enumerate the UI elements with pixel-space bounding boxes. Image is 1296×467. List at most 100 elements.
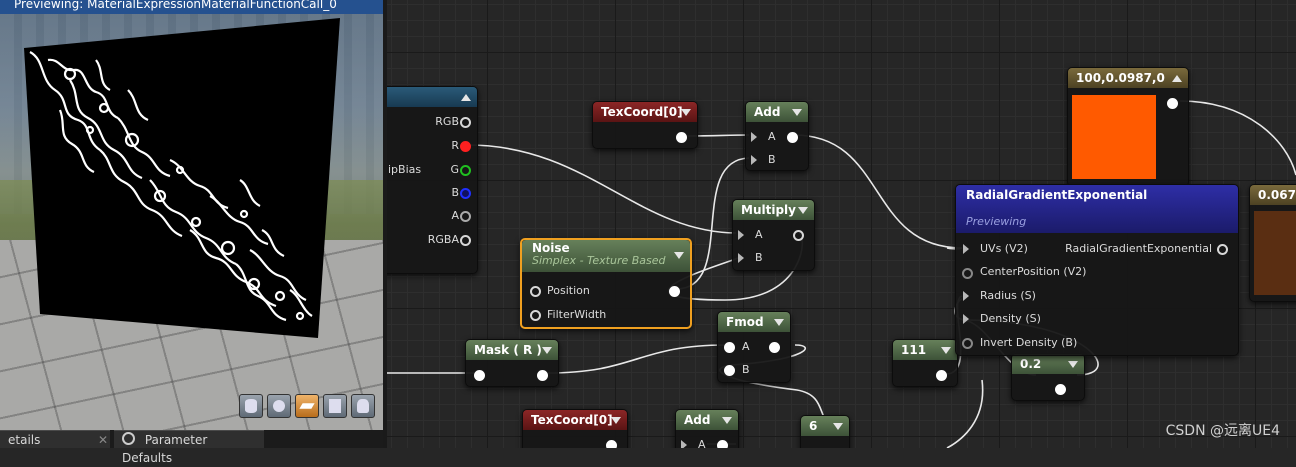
output-pin-r[interactable] bbox=[460, 141, 471, 152]
constant-node-6-value: 6 bbox=[809, 419, 818, 433]
output-pin-g[interactable] bbox=[460, 165, 471, 176]
pin-label-mipbias: ipBias bbox=[388, 163, 422, 176]
fmod-node-header: Fmod bbox=[718, 312, 790, 332]
constant-vector-right-value: 0.0677 bbox=[1258, 188, 1296, 202]
noise-input-position-pin[interactable] bbox=[530, 286, 541, 297]
uvs-input-pin[interactable] bbox=[963, 244, 969, 254]
sphere-preview-button[interactable] bbox=[267, 394, 291, 418]
multiply-input-a-pin[interactable] bbox=[738, 230, 744, 240]
add-node-2-header: Add bbox=[676, 410, 738, 430]
collapse-arrow-icon[interactable] bbox=[611, 417, 621, 424]
constant-vector-right-header: 0.0677 bbox=[1250, 185, 1296, 205]
centerposition-input-pin[interactable] bbox=[962, 268, 973, 279]
add-input-a-pin[interactable] bbox=[751, 132, 757, 142]
add2-input-a-label: A bbox=[698, 438, 706, 448]
constant-111-output-pin[interactable] bbox=[936, 370, 947, 381]
mask-node[interactable]: Mask ( R ) bbox=[465, 339, 559, 387]
invertdensity-input-label: Invert Density (B) bbox=[980, 336, 1078, 349]
material-graph-canvas[interactable]: RGB R ipBias G B A RGBA TexCoord[0] Add … bbox=[387, 0, 1296, 448]
radial-gradient-exponential-node[interactable]: RadialGradientExponential Previewing UVs… bbox=[955, 184, 1239, 356]
noise-node-subtitle: Simplex - Texture Based bbox=[532, 254, 666, 267]
texcoord-node-1[interactable]: TexCoord[0] bbox=[592, 101, 698, 149]
texcoord-node-2[interactable]: TexCoord[0] bbox=[522, 409, 628, 448]
cylinder-preview-button[interactable] bbox=[239, 394, 263, 418]
invertdensity-input-pin[interactable] bbox=[962, 338, 973, 349]
close-icon[interactable]: ✕ bbox=[98, 431, 108, 449]
collapse-arrow-icon[interactable] bbox=[774, 319, 784, 326]
mask-input-pin[interactable] bbox=[474, 370, 485, 381]
constant-node-111-value: 111 bbox=[901, 343, 927, 357]
noise-input-position-label: Position bbox=[547, 284, 590, 297]
add2-output-pin[interactable] bbox=[717, 440, 728, 448]
multiply-output-pin[interactable] bbox=[793, 230, 804, 241]
sphere-icon bbox=[273, 400, 285, 412]
radial-gradient-header: RadialGradientExponential Previewing bbox=[956, 185, 1238, 233]
multiply-input-b-pin[interactable] bbox=[738, 253, 744, 263]
pin-label-a: A bbox=[451, 209, 459, 222]
radial-output-pin[interactable] bbox=[1217, 244, 1228, 255]
texcoord-node-1-title: TexCoord[0] bbox=[601, 105, 683, 119]
plane-preview-button[interactable] bbox=[295, 394, 319, 418]
radial-gradient-subtitle: Previewing bbox=[966, 215, 1027, 228]
add-input-b-pin[interactable] bbox=[751, 155, 757, 165]
texcoord2-output-pin[interactable] bbox=[606, 440, 617, 448]
color-swatch-preview-right bbox=[1254, 211, 1296, 295]
mesh-preview-button[interactable] bbox=[351, 394, 375, 418]
tab-details[interactable]: etails ✕ bbox=[0, 430, 110, 448]
output-pin-rgb[interactable] bbox=[460, 117, 471, 128]
fmod-output-pin[interactable] bbox=[769, 342, 780, 353]
collapse-arrow-icon[interactable] bbox=[722, 417, 732, 424]
collapse-arrow-icon[interactable] bbox=[1172, 75, 1182, 82]
tab-parameter-defaults[interactable]: Parameter Defaults bbox=[114, 430, 264, 465]
collapse-arrow-icon[interactable] bbox=[941, 347, 951, 354]
material-preview-viewport[interactable]: Previewing: MaterialExpressionMaterialFu… bbox=[0, 0, 383, 430]
cube-preview-button[interactable] bbox=[323, 394, 347, 418]
watermark: CSDN @远离UE4 bbox=[1165, 423, 1280, 439]
output-pin-a[interactable] bbox=[460, 211, 471, 222]
noise-input-filterwidth-label: FilterWidth bbox=[547, 308, 607, 321]
constant-vector-node-right[interactable]: 0.0677 bbox=[1249, 184, 1296, 302]
output-pin-b[interactable] bbox=[460, 188, 471, 199]
fmod-input-a-pin[interactable] bbox=[724, 342, 735, 353]
radius-input-label: Radius (S) bbox=[980, 289, 1036, 302]
preview-mesh bbox=[24, 18, 340, 338]
density-input-pin[interactable] bbox=[963, 314, 969, 324]
noise-input-filterwidth-pin[interactable] bbox=[530, 310, 541, 321]
add-node-1-header: Add bbox=[746, 102, 808, 122]
multiply-node-header: Multiply bbox=[733, 200, 814, 220]
radial-output-label: RadialGradientExponential bbox=[1065, 242, 1212, 255]
add-output-pin[interactable] bbox=[787, 132, 798, 143]
texture-sample-node[interactable]: RGB R ipBias G B A RGBA bbox=[387, 86, 478, 274]
constant3vector-header: 100,0.0987,0 bbox=[1068, 68, 1188, 88]
collapse-arrow-icon[interactable] bbox=[681, 109, 691, 116]
centerposition-input-label: CenterPosition (V2) bbox=[980, 265, 1087, 278]
constant3vector-node[interactable]: 100,0.0987,0 bbox=[1067, 67, 1189, 187]
noise-node[interactable]: Noise Simplex - Texture Based Position F… bbox=[520, 238, 692, 329]
collapse-arrow-icon[interactable] bbox=[798, 207, 808, 214]
add-node-2[interactable]: Add A bbox=[675, 409, 739, 448]
texcoord-output-pin[interactable] bbox=[676, 132, 687, 143]
multiply-node[interactable]: Multiply A B bbox=[732, 199, 815, 271]
add-node-1[interactable]: Add A B bbox=[745, 101, 809, 171]
collapse-arrow-icon[interactable] bbox=[674, 252, 684, 259]
noise-node-header: Noise Simplex - Texture Based bbox=[522, 240, 690, 272]
constant-node-6[interactable]: 6 bbox=[800, 415, 850, 448]
constant3vector-output-pin[interactable] bbox=[1167, 98, 1178, 109]
collapse-arrow-icon[interactable] bbox=[1068, 361, 1078, 368]
constant-node-111[interactable]: 111 bbox=[892, 339, 958, 387]
constant-node-0-2[interactable]: 0.2 bbox=[1011, 353, 1085, 401]
output-pin-rgba[interactable] bbox=[460, 235, 471, 246]
collapse-arrow-icon[interactable] bbox=[792, 109, 802, 116]
add-node-2-title: Add bbox=[684, 413, 711, 427]
mask-output-pin[interactable] bbox=[537, 370, 548, 381]
add2-input-a-pin[interactable] bbox=[681, 440, 687, 448]
collapse-arrow-icon[interactable] bbox=[542, 347, 552, 354]
fmod-node[interactable]: Fmod A B bbox=[717, 311, 791, 383]
fmod-input-b-pin[interactable] bbox=[724, 365, 735, 376]
parameter-icon bbox=[122, 432, 135, 445]
constant-0-2-output-pin[interactable] bbox=[1055, 384, 1066, 395]
color-swatch-preview bbox=[1072, 95, 1156, 179]
radius-input-pin[interactable] bbox=[963, 291, 969, 301]
collapse-arrow-icon[interactable] bbox=[833, 423, 843, 430]
noise-output-pin[interactable] bbox=[669, 286, 680, 297]
